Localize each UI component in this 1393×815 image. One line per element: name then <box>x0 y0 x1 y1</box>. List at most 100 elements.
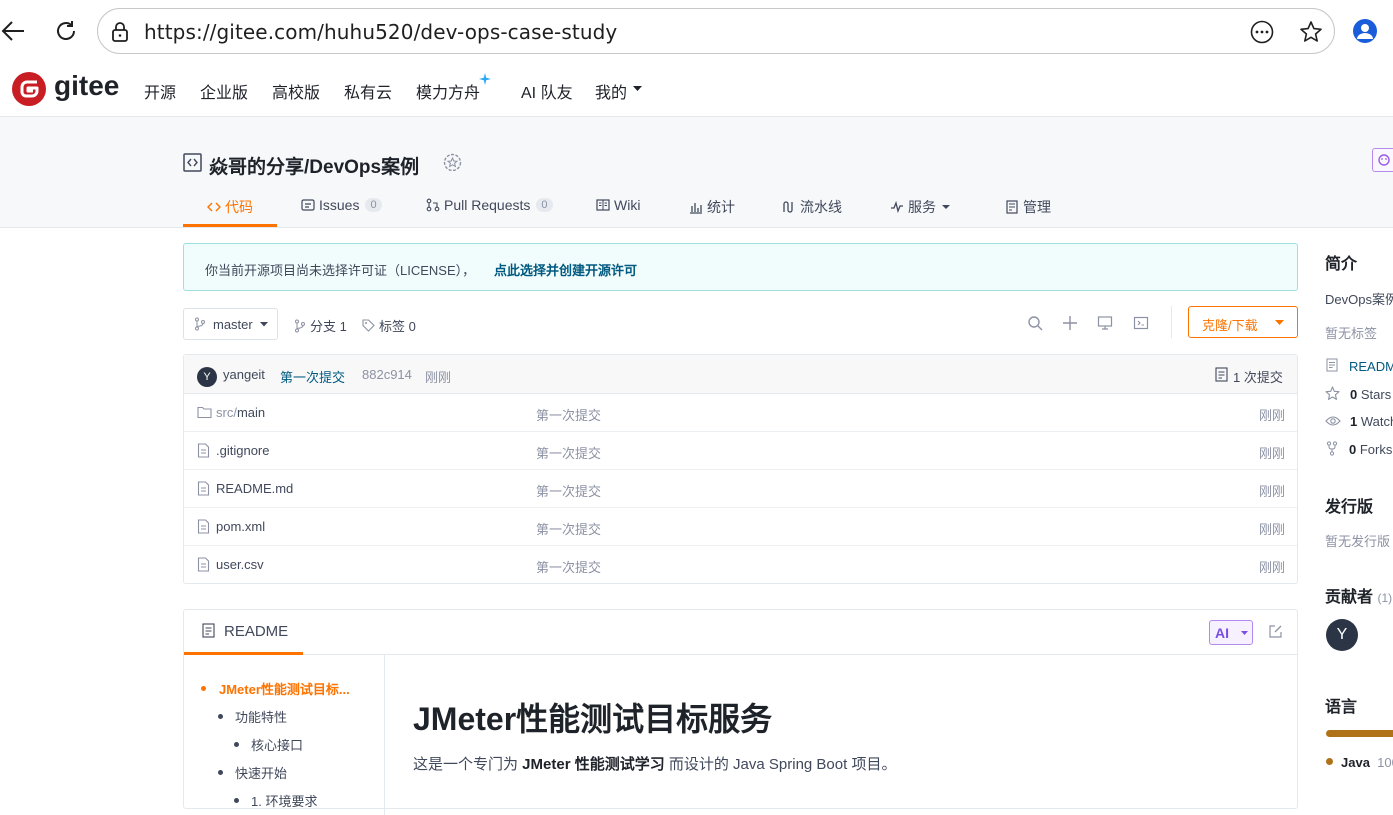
more-options-icon[interactable] <box>1250 20 1274 44</box>
language-item: Java 100.0% <box>1341 755 1393 770</box>
table-row[interactable]: .gitignore 第一次提交 刚刚 <box>184 432 1297 470</box>
toolbar-divider <box>1171 306 1172 338</box>
file-commit-message[interactable]: 第一次提交 <box>536 405 601 424</box>
web-ide-icon[interactable] <box>1097 315 1113 331</box>
file-name[interactable]: src/main <box>216 405 265 420</box>
active-tab-indicator <box>183 224 277 227</box>
toc-item[interactable]: 功能特性 <box>235 707 287 726</box>
recommend-badge-icon[interactable] <box>443 153 462 172</box>
issues-icon <box>301 198 315 212</box>
tab-manage[interactable]: 管理 <box>1005 197 1051 217</box>
language-percent: 100.0% <box>1377 755 1393 770</box>
file-name[interactable]: README.md <box>216 481 293 496</box>
forks-stat[interactable]: 0 Forks <box>1349 442 1392 457</box>
caret-down-icon <box>633 86 642 92</box>
search-icon[interactable] <box>1027 315 1043 331</box>
avatar[interactable]: Y <box>197 367 217 387</box>
readme-toc: JMeter性能测试目标... 功能特性 核心接口 快速开始 1. 环境要求 <box>184 655 385 815</box>
sparkle-icon <box>479 73 491 85</box>
branches-link[interactable]: 分支 1 <box>294 316 347 335</box>
watching-stat[interactable]: 1 Watching <box>1350 414 1393 429</box>
commit-count[interactable]: 1 次提交 <box>1233 367 1283 386</box>
nav-ai-teammate[interactable]: AI 队友 <box>521 79 573 103</box>
create-license-link[interactable]: 点此选择并创建开源许可 <box>494 260 637 279</box>
file-commit-message[interactable]: 第一次提交 <box>536 443 601 462</box>
stars-stat[interactable]: 0 Stars <box>1350 387 1391 402</box>
stats-icon <box>689 200 703 214</box>
ai-summary-button[interactable]: AI <box>1209 620 1253 645</box>
tab-pull-requests[interactable]: Pull Requests 0 <box>426 197 553 213</box>
no-releases-text: 暂无发行版 <box>1325 534 1391 549</box>
toc-item[interactable]: 1. 环境要求 <box>251 791 317 810</box>
file-name[interactable]: .gitignore <box>216 443 269 458</box>
tab-code[interactable]: 代码 <box>207 197 253 217</box>
contributors-heading: 贡献者 (1) <box>1325 583 1392 607</box>
file-list: Y yangeit 第一次提交 882c914 刚刚 1 次提交 src/mai… <box>183 354 1298 584</box>
commit-author[interactable]: yangeit <box>223 367 265 382</box>
code-icon <box>207 200 221 214</box>
refresh-icon[interactable] <box>54 19 78 43</box>
repo-description: DevOps案例 <box>1325 292 1393 307</box>
file-commit-message[interactable]: 第一次提交 <box>536 519 601 538</box>
favorite-star-icon[interactable] <box>1299 20 1323 44</box>
nav-education[interactable]: 高校版 <box>272 79 320 103</box>
contributor-avatar[interactable]: Y <box>1326 619 1358 651</box>
notice-text: 你当前开源项目尚未选择许可证（LICENSE）， <box>205 263 476 278</box>
project-title[interactable]: 焱哥的分享/DevOps案例 <box>209 152 419 179</box>
readme-book-icon <box>202 623 215 638</box>
tab-wiki[interactable]: Wiki <box>596 197 640 213</box>
file-commit-message[interactable]: 第一次提交 <box>536 481 601 500</box>
tab-label: Pull Requests <box>444 197 531 213</box>
nav-enterprise[interactable]: 企业版 <box>200 79 248 103</box>
tab-label: 统计 <box>707 199 735 215</box>
file-commit-time: 刚刚 <box>1258 484 1285 499</box>
readme-tab[interactable]: README <box>224 623 288 640</box>
toc-item[interactable]: 快速开始 <box>235 763 287 782</box>
commit-hash[interactable]: 882c914 <box>362 367 412 382</box>
nav-moli-fangzhou[interactable]: 模力方舟 <box>416 79 480 103</box>
tab-stats[interactable]: 统计 <box>689 197 735 217</box>
caret-down-icon <box>1241 631 1248 636</box>
branch-name: master <box>213 317 253 332</box>
table-row[interactable]: README.md 第一次提交 刚刚 <box>184 470 1297 508</box>
nav-private-cloud[interactable]: 私有云 <box>344 79 392 103</box>
tab-service[interactable]: 服务 <box>890 197 952 217</box>
add-file-icon[interactable] <box>1062 315 1078 331</box>
nav-opensource[interactable]: 开源 <box>144 79 176 103</box>
toc-item[interactable]: JMeter性能测试目标... <box>219 679 350 698</box>
file-name[interactable]: user.csv <box>216 557 264 572</box>
wiki-icon <box>596 198 610 212</box>
branch-select[interactable]: master <box>183 308 278 340</box>
toc-bullet <box>201 686 206 691</box>
tab-pipeline[interactable]: 流水线 <box>782 197 842 217</box>
edit-icon[interactable] <box>1268 624 1283 639</box>
star-icon <box>1325 386 1340 401</box>
clone-download-button[interactable]: 克隆/下载 <box>1188 306 1298 338</box>
project-header: 焱哥的分享/DevOps案例 代码 Issues 0 Pull Requests… <box>0 117 1393 228</box>
file-commit-time: 刚刚 <box>1258 522 1285 537</box>
site-info-icon[interactable] <box>110 21 130 43</box>
gitee-logo-icon[interactable] <box>12 72 46 106</box>
file-commit-message[interactable]: 第一次提交 <box>536 557 601 576</box>
tags-link[interactable]: 标签 0 <box>362 316 416 335</box>
table-row[interactable]: user.csv 第一次提交 刚刚 <box>184 546 1297 584</box>
gitee-logo-text[interactable]: gitee <box>54 70 119 102</box>
code-review-icon[interactable] <box>1133 315 1149 331</box>
url-text: https://gitee.com/huhu520/dev-ops-case-s… <box>144 20 618 44</box>
profile-icon[interactable] <box>1351 17 1379 45</box>
tab-label: Issues <box>319 197 360 213</box>
tab-issues[interactable]: Issues 0 <box>301 197 382 213</box>
forks-count: 0 <box>1349 442 1357 457</box>
table-row[interactable]: src/main 第一次提交 刚刚 <box>184 394 1297 432</box>
readme-link[interactable]: README <box>1349 359 1393 374</box>
file-name[interactable]: pom.xml <box>216 519 265 534</box>
pr-count-badge: 0 <box>536 198 553 212</box>
toc-item[interactable]: 核心接口 <box>251 735 303 754</box>
back-arrow-icon[interactable] <box>0 18 26 44</box>
nav-mine[interactable]: 我的 <box>595 79 627 103</box>
table-row[interactable]: pom.xml 第一次提交 刚刚 <box>184 508 1297 546</box>
address-bar[interactable]: https://gitee.com/huhu520/dev-ops-case-s… <box>97 8 1335 54</box>
top-navbar: gitee 开源 企业版 高校版 私有云 模力方舟 AI 队友 我的 <box>0 62 1393 117</box>
commit-message[interactable]: 第一次提交 <box>280 367 345 386</box>
ai-assistant-icon[interactable] <box>1372 148 1393 172</box>
